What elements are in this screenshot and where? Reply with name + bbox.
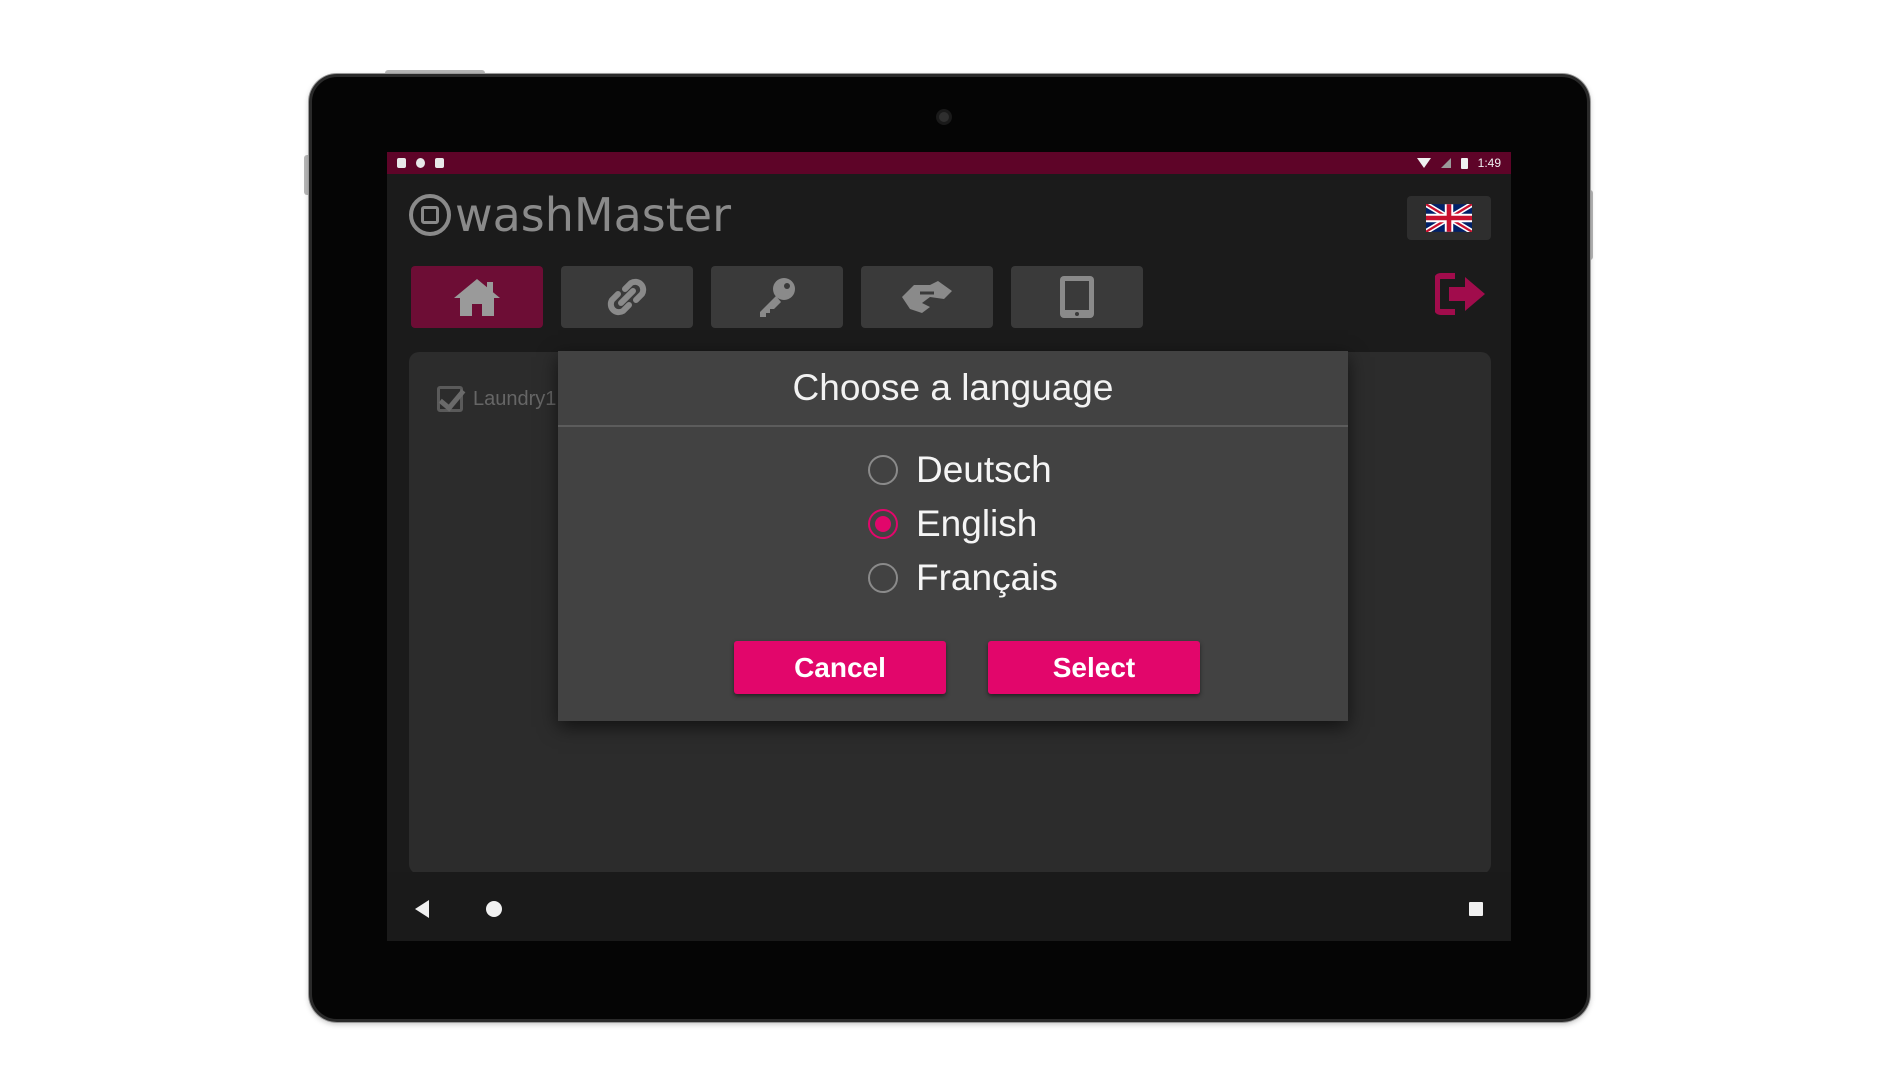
select-button[interactable]: Select	[988, 641, 1200, 694]
option-label: Français	[916, 557, 1058, 598]
link-icon	[607, 278, 647, 316]
back-icon[interactable]	[415, 900, 429, 918]
app-logo: washMaster	[409, 188, 731, 242]
status-time: 1:49	[1477, 156, 1501, 170]
tablet-icon	[1060, 276, 1094, 318]
nav-key-button[interactable]	[711, 266, 843, 328]
sd-card-icon	[435, 158, 444, 168]
brand-name: washMaster	[455, 188, 732, 242]
language-option-francais[interactable]: Français	[868, 551, 1058, 605]
notification-icon	[397, 158, 406, 168]
nav-device-button[interactable]	[1011, 266, 1143, 328]
option-label: English	[916, 503, 1038, 544]
dialog-actions: Cancel Select	[734, 641, 1200, 694]
wifi-icon	[1416, 158, 1431, 168]
home-circle-icon[interactable]	[486, 901, 502, 917]
cancel-button[interactable]: Cancel	[734, 641, 946, 694]
main-nav	[411, 266, 1143, 328]
language-option-deutsch[interactable]: Deutsch	[868, 443, 1058, 497]
radio-deutsch[interactable]	[868, 455, 898, 485]
nav-home-button[interactable]	[411, 266, 543, 328]
status-system: 1:49	[1416, 156, 1501, 170]
home-icon	[454, 279, 500, 316]
recent-apps-icon[interactable]	[1469, 902, 1483, 916]
language-dialog: Choose a language Deutsch English França…	[558, 351, 1348, 721]
nav-transfer-button[interactable]	[861, 266, 993, 328]
language-option-english[interactable]: English	[868, 497, 1058, 551]
sync-icon	[416, 158, 425, 168]
washmaster-logo-icon	[409, 194, 451, 236]
option-label: Deutsch	[916, 449, 1052, 490]
camera-icon	[936, 109, 952, 125]
dialog-title: Choose a language	[558, 351, 1348, 427]
android-nav-bar	[387, 872, 1511, 941]
language-options: Deutsch English Français	[868, 443, 1058, 605]
logout-icon	[1434, 273, 1485, 315]
laundry-checkbox-row[interactable]: Laundry1	[437, 386, 556, 412]
battery-icon	[1460, 157, 1468, 169]
uk-flag-icon	[1426, 204, 1472, 232]
status-notifications	[397, 158, 444, 168]
status-bar: 1:49	[387, 152, 1511, 174]
stage: 1:49 washMaster Laundry1 Choose a langua…	[0, 0, 1896, 1080]
logout-button[interactable]	[1434, 272, 1487, 322]
nav-link-button[interactable]	[561, 266, 693, 328]
radio-english[interactable]	[868, 509, 898, 539]
laundry-checkbox[interactable]	[437, 386, 463, 412]
laundry-label: Laundry1	[473, 387, 557, 410]
signal-icon	[1440, 158, 1451, 168]
handshake-icon	[902, 281, 952, 313]
radio-francais[interactable]	[868, 563, 898, 593]
key-icon	[760, 278, 795, 317]
language-button[interactable]	[1407, 196, 1491, 240]
